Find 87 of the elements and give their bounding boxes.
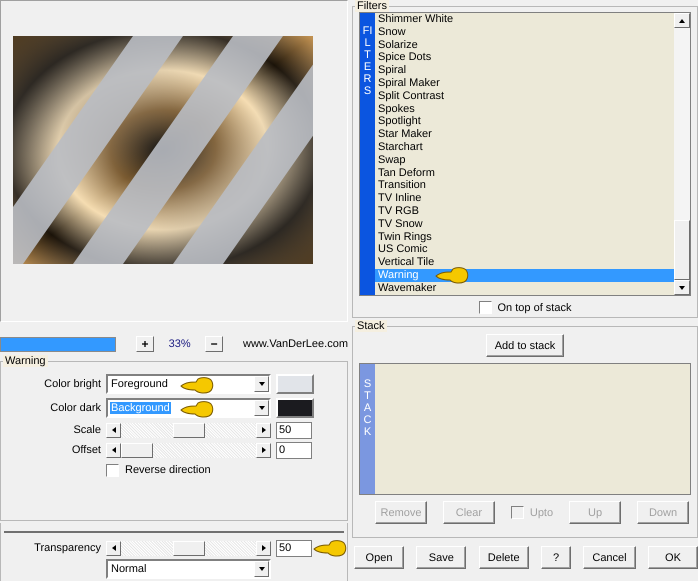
filter-item[interactable]: Spiral Maker <box>378 76 440 89</box>
filter-item[interactable]: TV Snow <box>378 218 423 230</box>
filter-item[interactable]: Solarize <box>378 38 418 51</box>
filter-item[interactable]: Starchart <box>378 140 423 153</box>
checkbox[interactable] <box>106 464 119 476</box>
filter-item[interactable]: Star Maker <box>378 128 432 140</box>
slider[interactable] <box>106 540 271 556</box>
filter-item[interactable]: Swap <box>378 154 406 166</box>
number-field[interactable]: 50 <box>276 422 312 438</box>
filter-item[interactable]: TV Inline <box>378 192 422 204</box>
filter-item[interactable]: Transition <box>378 179 426 192</box>
up-arrow-icon <box>679 18 685 24</box>
filter-item[interactable]: Twin Rings <box>378 230 432 243</box>
dialog-button[interactable]: Delete <box>478 546 529 569</box>
filter-item[interactable]: Shimmer White <box>378 13 454 25</box>
right-arrow-icon <box>260 447 266 453</box>
field-label: Transparency <box>33 542 101 554</box>
slider-thumb[interactable] <box>172 540 204 556</box>
zoom-out-button[interactable]: − <box>205 336 224 352</box>
band-label: FILTERS <box>362 25 373 98</box>
zoom-value: 33% <box>168 338 192 350</box>
filter-item[interactable]: Vertical Tile <box>378 256 434 268</box>
filter-item[interactable]: US Comic <box>378 243 428 256</box>
filter-item[interactable]: Tan Deform <box>378 166 435 179</box>
number-field[interactable]: 50 <box>276 540 312 556</box>
filter-item[interactable]: Spokes <box>378 102 415 115</box>
dropdown-arrow-button[interactable] <box>254 561 269 577</box>
filter-item[interactable]: Snow <box>378 26 406 38</box>
dialog-button[interactable]: ? <box>541 546 572 569</box>
pointing-hand-icon <box>180 400 214 418</box>
slider-thumb[interactable] <box>172 422 204 438</box>
scroll-right-button[interactable] <box>256 540 271 556</box>
slider-thumb[interactable] <box>121 442 153 458</box>
dropdown[interactable]: Normal <box>106 559 271 579</box>
left-arrow-icon <box>110 545 116 551</box>
left-arrow-icon <box>110 427 116 433</box>
checkbox-label: Upto <box>530 506 554 518</box>
scroll-up-button[interactable] <box>674 13 690 28</box>
dropdown-arrow-button[interactable] <box>254 400 269 416</box>
scroll-left-button[interactable] <box>106 540 121 556</box>
filter-item[interactable]: Split Contrast <box>378 90 444 102</box>
field-label: Color bright <box>43 378 101 390</box>
dialog-button[interactable]: Open <box>354 546 404 569</box>
filter-item[interactable]: Wavemaker <box>378 282 436 294</box>
checkbox[interactable] <box>478 301 492 314</box>
field-label: Scale <box>72 424 101 436</box>
filter-item[interactable]: TV RGB <box>378 204 419 217</box>
zoom-in-button[interactable]: + <box>136 336 154 352</box>
scroll-left-button[interactable] <box>106 422 121 438</box>
group-title: Warning <box>3 355 48 367</box>
number-field[interactable]: 0 <box>276 442 312 458</box>
slider[interactable] <box>106 442 271 458</box>
pointing-hand-icon <box>435 266 469 284</box>
dialog-button[interactable]: Cancel <box>583 546 636 569</box>
field-label: Offset <box>70 444 101 456</box>
scroll-right-button[interactable] <box>256 442 271 458</box>
filter-item[interactable]: Spotlight <box>378 115 421 128</box>
down-arrow-icon <box>679 284 685 290</box>
dropdown[interactable]: Foreground <box>106 374 271 394</box>
dialog-button[interactable]: Save <box>416 546 466 569</box>
scrollbar-thumb[interactable] <box>674 220 690 280</box>
group-title: Stack <box>355 320 387 332</box>
slider[interactable] <box>106 422 271 438</box>
filter-item[interactable]: Spice Dots <box>378 51 432 64</box>
checkbox-label: Reverse direction <box>125 464 211 476</box>
add-to-stack-button[interactable]: Add to stack <box>486 334 564 357</box>
pointing-hand-icon <box>180 376 214 394</box>
group-title: Filters <box>355 0 389 12</box>
down-arrow-icon <box>258 381 264 387</box>
website-link[interactable]: www.VanDerLee.com <box>243 338 348 350</box>
left-arrow-icon <box>110 447 116 453</box>
color-swatch[interactable] <box>276 398 314 418</box>
scroll-down-button[interactable] <box>674 280 690 295</box>
down-arrow-icon <box>258 566 264 572</box>
checkbox-label: On top of stack <box>498 302 572 314</box>
down-arrow-icon <box>258 405 264 411</box>
right-arrow-icon <box>260 427 266 433</box>
pointing-hand-icon <box>313 538 347 556</box>
right-arrow-icon <box>260 545 266 551</box>
dialog-button[interactable]: OK <box>648 546 698 569</box>
band-label: STACK <box>362 378 372 438</box>
field-label: Color dark <box>49 402 101 414</box>
color-swatch[interactable] <box>276 374 314 394</box>
filter-item[interactable]: Spiral <box>378 64 406 76</box>
scroll-left-button[interactable] <box>106 442 121 458</box>
dropdown-arrow-button[interactable] <box>254 376 269 392</box>
scroll-right-button[interactable] <box>256 422 271 438</box>
